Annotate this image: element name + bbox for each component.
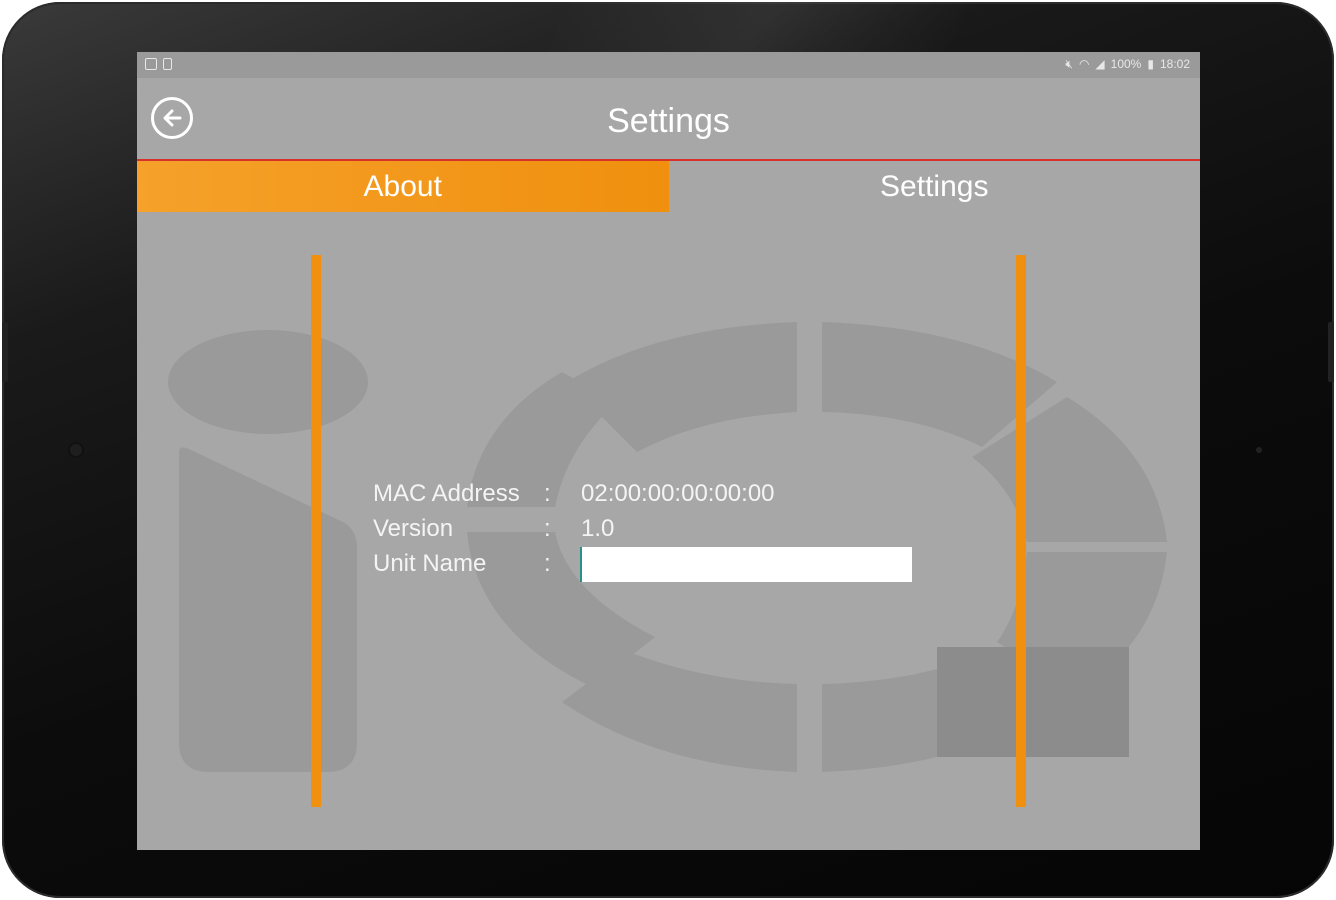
side-button-left bbox=[2, 322, 8, 382]
status-bar: 🔇︎ ◠ ◢ 100% ▮ 18:02 bbox=[137, 52, 1200, 78]
separator: : bbox=[544, 480, 551, 507]
mute-icon: 🔇︎ bbox=[1065, 57, 1073, 71]
status-right: 🔇︎ ◠ ◢ 100% ▮ 18:02 bbox=[1065, 57, 1190, 71]
status-time: 18:02 bbox=[1159, 57, 1190, 71]
image-icon bbox=[145, 58, 157, 70]
separator: : bbox=[544, 550, 551, 577]
sensor-dot bbox=[1256, 447, 1262, 453]
battery-percent: 100% bbox=[1110, 57, 1142, 71]
battery-icon: ▮ bbox=[1147, 57, 1154, 71]
camera-icon bbox=[70, 444, 82, 456]
tab-settings[interactable]: Settings bbox=[669, 161, 1201, 212]
unit-name-label: Unit Name bbox=[373, 550, 487, 577]
right-accent-bar bbox=[1016, 255, 1026, 807]
version-label: Version bbox=[373, 515, 454, 542]
status-left-icons bbox=[145, 58, 172, 70]
mac-address-label: MAC Address bbox=[373, 480, 520, 507]
left-accent-bar bbox=[311, 255, 321, 807]
tab-about[interactable]: About bbox=[137, 161, 669, 212]
page-title: Settings bbox=[607, 102, 730, 140]
tab-bar: About Settings bbox=[137, 161, 1200, 212]
app-bar: Settings bbox=[137, 78, 1200, 160]
version-value: 1.0 bbox=[581, 515, 615, 542]
battery-saver-icon bbox=[163, 58, 172, 70]
mac-address-value: 02:00:00:00:00:00 bbox=[581, 480, 775, 507]
wifi-icon: ◠ bbox=[1078, 57, 1090, 71]
unit-name-input[interactable] bbox=[580, 547, 912, 582]
side-button-right bbox=[1328, 322, 1334, 382]
signal-icon: ◢ bbox=[1095, 57, 1105, 71]
separator: : bbox=[544, 515, 551, 542]
device-screen: 🔇︎ ◠ ◢ 100% ▮ 18:02 Settings About Setti… bbox=[137, 52, 1200, 850]
